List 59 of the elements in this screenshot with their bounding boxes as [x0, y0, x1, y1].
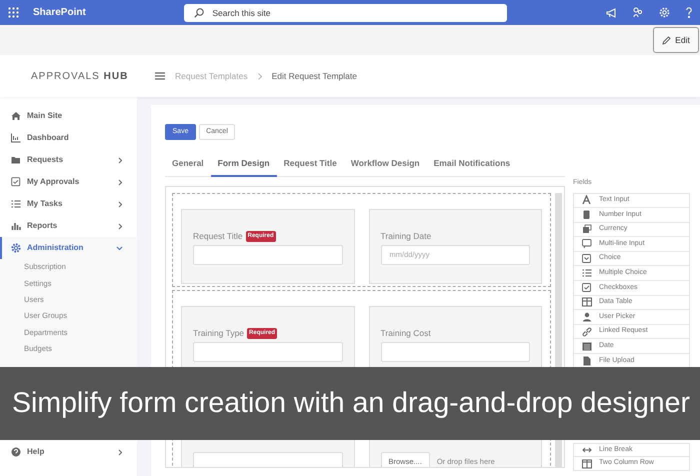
app-logo-text: APPROVALS HUB [30, 70, 130, 84]
chart-icon [11, 133, 21, 143]
pencil-icon [662, 36, 672, 44]
folder-icon [11, 155, 21, 165]
field-label: Training Type [193, 326, 244, 340]
chevron-right-icon [118, 156, 123, 164]
input-field[interactable] [380, 342, 530, 362]
field-label: Training Cost [380, 326, 431, 340]
tab[interactable]: Email Notifications [426, 153, 518, 177]
sidebar-item[interactable]: Dashboard [0, 127, 137, 149]
field-label: Training Date [380, 230, 432, 243]
sidebar-item[interactable]: Administration [0, 237, 137, 259]
table-icon [582, 297, 592, 308]
sidebar-item[interactable]: Requests [0, 149, 137, 171]
list-icon [582, 268, 592, 278]
chevron-right-icon [118, 222, 123, 230]
help-icon[interactable] [686, 7, 692, 18]
megaphone-icon[interactable] [606, 8, 617, 18]
sidebar-item[interactable]: My Approvals [0, 171, 137, 193]
link-icon [582, 326, 592, 337]
search-icon [194, 8, 204, 18]
letter-a-icon [582, 195, 592, 206]
breadcrumb-current: Edit Request Template [272, 70, 357, 82]
chevron-down-icon [116, 246, 123, 250]
columns-icon [582, 458, 592, 469]
tab[interactable]: Form Design [210, 153, 277, 177]
sidebar-item[interactable]: Main Site [0, 105, 137, 127]
sidebar-item[interactable]: Reports [0, 215, 137, 237]
bar-chart-icon [11, 221, 21, 231]
chevron-right-icon [118, 200, 123, 208]
sidebar-item[interactable]: Help [0, 441, 137, 463]
edit-button[interactable]: Edit [653, 27, 699, 53]
search-field[interactable]: Search this site [184, 4, 508, 22]
gear-icon [11, 243, 21, 253]
app-launcher-icon[interactable] [8, 7, 19, 18]
help-icon [11, 447, 21, 457]
settings-icon[interactable] [658, 7, 670, 18]
field-label: Request Title [193, 230, 243, 243]
dropdown-icon [582, 254, 592, 264]
menu-icon[interactable] [155, 72, 165, 80]
tab[interactable]: Workflow Design [344, 153, 427, 177]
speech-bubble-icon [582, 239, 592, 250]
user-icon [582, 312, 592, 322]
tab[interactable]: Request Title [276, 153, 344, 177]
home-icon [11, 111, 21, 121]
chevron-right-icon [258, 72, 262, 80]
checkbox-icon [11, 177, 21, 187]
double-arrow-icon [582, 444, 592, 455]
input-field[interactable] [193, 342, 342, 362]
chevron-right-icon [118, 178, 123, 186]
site-name[interactable]: SharePoint [33, 5, 86, 20]
checkbox-icon [582, 282, 592, 293]
chevron-right-icon [118, 448, 123, 456]
file-icon [582, 356, 592, 366]
caption-toast: Simplify form creation with an drag-and-drop designer [0, 367, 700, 440]
input-field[interactable] [193, 244, 342, 265]
sidebar-item[interactable]: My Tasks [0, 193, 137, 215]
checklist-icon [11, 199, 21, 209]
tab[interactable]: General [165, 153, 211, 177]
